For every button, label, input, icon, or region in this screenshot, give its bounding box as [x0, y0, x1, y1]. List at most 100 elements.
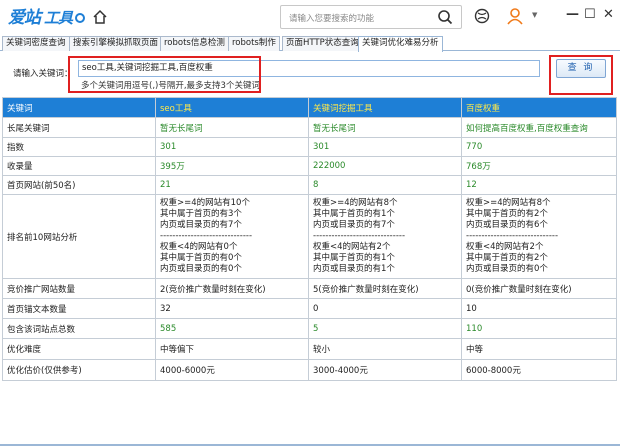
analysis-line: 内页或目录页的有7个 — [313, 220, 395, 230]
table-cell: 权重>=4的网站有10个 其中属于首页的有3个 内页或目录页的有7个 -----… — [155, 194, 309, 279]
table-cell: 5(竞价推广数量时刻在变化) — [308, 278, 462, 299]
analysis-line: 内页或目录页的有7个 — [160, 220, 242, 230]
table-cell: 中等 — [461, 338, 617, 360]
close-icon[interactable]: ✕ — [603, 7, 614, 22]
table-row: 竞价推广网站数量 2(竞价推广数量时刻在变化) 5(竞价推广数量时刻在变化) 0… — [2, 278, 617, 299]
table-cell: 301 — [155, 137, 309, 157]
user-menu-caret-icon[interactable]: ▼ — [532, 11, 537, 19]
analysis-line: ------------------------------ — [313, 231, 406, 241]
row-label: 优化难度 — [2, 338, 156, 360]
table-cell: 395万 — [155, 156, 309, 176]
title-bar: 爱站 工具 请输入您要搜索的功能 ▼ — ☐ ✕ — [0, 0, 620, 34]
analysis-line: 其中属于首页的有3个 — [160, 209, 242, 219]
table-cell: 222000 — [308, 156, 462, 176]
table-cell: 4000-6000元 — [155, 359, 309, 381]
tab-spider-simulation[interactable]: 搜索引擎模拟抓取页面 — [69, 36, 163, 51]
svg-text:爱站: 爱站 — [8, 8, 44, 28]
table-cell: 暂无长尾词 — [308, 117, 462, 138]
app-logo: 爱站 工具 — [8, 6, 86, 33]
row-label: 收录量 — [2, 156, 156, 176]
keyword-header-cell: 关键词挖掘工具 — [308, 97, 462, 118]
analysis-line: 内页或目录页的有0个 — [160, 264, 242, 274]
table-cell: 12 — [461, 175, 617, 195]
table-cell: 2(竞价推广数量时刻在变化) — [155, 278, 309, 299]
table-cell: 权重>=4的网站有8个 其中属于首页的有2个 内页或目录页的有6个 ------… — [461, 194, 617, 279]
analysis-line: 权重<4的网站有0个 — [160, 242, 238, 252]
search-icon[interactable] — [437, 9, 453, 28]
row-label: 排名前10网站分析 — [2, 194, 156, 279]
row-label: 首页锚文本数量 — [2, 298, 156, 319]
analysis-line: 其中属于首页的有1个 — [313, 253, 395, 263]
highlight-frame-input — [68, 56, 261, 93]
table-row: 包含该词站点总数 585 5 110 — [2, 318, 617, 339]
tab-http-status[interactable]: 页面HTTP状态查询 — [282, 36, 363, 51]
table-cell: 21 — [155, 175, 309, 195]
analysis-line: 其中属于首页的有0个 — [160, 253, 242, 263]
svg-text:工具: 工具 — [44, 9, 74, 27]
table-cell: 8 — [308, 175, 462, 195]
row-label: 竞价推广网站数量 — [2, 278, 156, 299]
analysis-line: 权重>=4的网站有8个 — [466, 198, 551, 208]
analysis-line: 权重>=4的网站有10个 — [160, 198, 250, 208]
table-cell: 0 — [308, 298, 462, 319]
table-cell: 如何提高百度权重,百度权重查询 — [461, 117, 617, 138]
highlight-frame-button — [549, 55, 613, 95]
analysis-line: ------------------------------ — [160, 231, 253, 241]
search-placeholder: 请输入您要搜索的功能 — [289, 14, 375, 24]
table-cell: 32 — [155, 298, 309, 319]
table-row: 优化估价(仅供参考) 4000-6000元 3000-4000元 6000-80… — [2, 359, 617, 381]
tool-tabs: 关键词密度查询 搜索引擎模拟抓取页面 robots信息检测 robots制作 页… — [0, 34, 620, 52]
table-cell: 3000-4000元 — [308, 359, 462, 381]
table-cell: 585 — [155, 318, 309, 339]
table-cell: 0(竞价推广数量时刻在变化) — [461, 278, 617, 299]
tab-robots-check[interactable]: robots信息检测 — [160, 36, 229, 51]
tab-keyword-density[interactable]: 关键词密度查询 — [2, 36, 70, 51]
keyword-header-cell: seo工具 — [155, 97, 309, 118]
table-row: 长尾关键词 暂无长尾词 暂无长尾词 如何提高百度权重,百度权重查询 — [2, 117, 617, 138]
analysis-table: 关键词 seo工具 关键词挖掘工具 百度权重 长尾关键词 暂无长尾词 暂无长尾词… — [2, 97, 617, 381]
analysis-line: 其中属于首页的有2个 — [466, 253, 548, 263]
analysis-line: 内页或目录页的有1个 — [313, 264, 395, 274]
table-row: 首页锚文本数量 32 0 10 — [2, 298, 617, 319]
table-row: 首页网站(前50名) 21 8 12 — [2, 175, 617, 195]
table-row: 排名前10网站分析 权重>=4的网站有10个 其中属于首页的有3个 内页或目录页… — [2, 194, 617, 279]
analysis-line: 内页或目录页的有0个 — [466, 264, 548, 274]
analysis-line: 权重>=4的网站有8个 — [313, 198, 398, 208]
analysis-line: 其中属于首页的有2个 — [466, 209, 548, 219]
row-label: 包含该词站点总数 — [2, 318, 156, 339]
table-cell: 768万 — [461, 156, 617, 176]
table-cell: 10 — [461, 298, 617, 319]
home-icon[interactable] — [92, 9, 108, 28]
table-row: 优化难度 中等偏下 较小 中等 — [2, 338, 617, 360]
table-header-row: 关键词 seo工具 关键词挖掘工具 百度权重 — [2, 97, 617, 118]
table-cell: 暂无长尾词 — [155, 117, 309, 138]
user-avatar-icon[interactable] — [506, 7, 524, 28]
minimize-icon[interactable]: — — [566, 7, 579, 22]
row-label: 长尾关键词 — [2, 117, 156, 138]
table-cell: 770 — [461, 137, 617, 157]
table-row: 收录量 395万 222000 768万 — [2, 156, 617, 176]
analysis-line: 内页或目录页的有6个 — [466, 220, 548, 230]
table-cell: 权重>=4的网站有8个 其中属于首页的有1个 内页或目录页的有7个 ------… — [308, 194, 462, 279]
tab-robots-make[interactable]: robots制作 — [228, 36, 280, 51]
analysis-line: 权重<4的网站有2个 — [466, 242, 544, 252]
table-cell: 301 — [308, 137, 462, 157]
function-search-box[interactable]: 请输入您要搜索的功能 — [280, 5, 462, 29]
maximize-icon[interactable]: ☐ — [584, 7, 596, 22]
table-cell: 110 — [461, 318, 617, 339]
row-label: 关键词 — [2, 97, 156, 118]
keyword-header-cell: 百度权重 — [461, 97, 617, 118]
table-cell: 中等偏下 — [155, 338, 309, 360]
row-label: 首页网站(前50名) — [2, 175, 156, 195]
analysis-line: 权重<4的网站有2个 — [313, 242, 391, 252]
row-label: 指数 — [2, 137, 156, 157]
table-cell: 5 — [308, 318, 462, 339]
table-cell: 较小 — [308, 338, 462, 360]
row-label: 优化估价(仅供参考) — [2, 359, 156, 381]
analysis-line: 其中属于首页的有1个 — [313, 209, 395, 219]
keyword-label: 请输入关键词： — [13, 69, 73, 79]
table-row: 指数 301 301 770 — [2, 137, 617, 157]
analysis-line: ------------------------------ — [466, 231, 559, 241]
tab-keyword-difficulty[interactable]: 关键词优化难易分析 — [358, 36, 443, 52]
skin-icon[interactable] — [474, 8, 490, 27]
